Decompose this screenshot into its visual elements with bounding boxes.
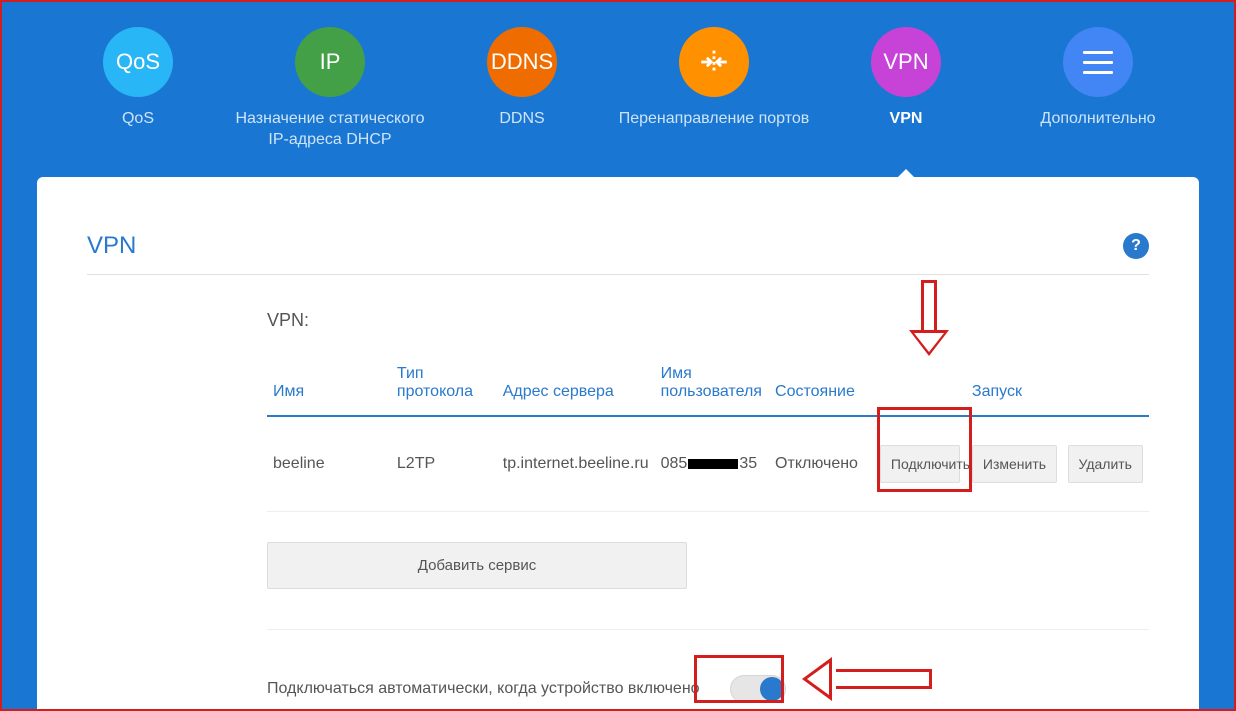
col-status: Состояние — [769, 351, 874, 416]
content-panel: VPN ? VPN: Имя Тип протокола Адрес серве… — [37, 177, 1199, 709]
tab-label: Перенаправление портов — [619, 109, 810, 149]
tab-label: VPN — [890, 109, 923, 149]
col-name: Имя — [267, 351, 391, 416]
auto-connect-row: Подключаться автоматически, когда устрой… — [267, 675, 1149, 703]
delete-button[interactable]: Удалить — [1068, 445, 1143, 483]
cell-server: tp.internet.beeline.ru — [497, 416, 655, 512]
redacted-text — [688, 459, 738, 469]
add-service-button[interactable]: Добавить сервис — [267, 542, 687, 589]
cell-name: beeline — [267, 416, 391, 512]
col-server: Адрес сервера — [497, 351, 655, 416]
tab-port-forwarding[interactable]: Перенаправление портов — [618, 27, 810, 149]
qos-icon: QoS — [103, 27, 173, 97]
top-tabs: QoS QoS IP Назначение статического IP-ад… — [2, 2, 1234, 151]
tab-ip[interactable]: IP Назначение статического IP-адреса DHC… — [234, 27, 426, 151]
tab-vpn[interactable]: VPN VPN — [810, 27, 1002, 149]
tab-ddns[interactable]: DDNS DDNS — [426, 27, 618, 149]
vpn-table: Имя Тип протокола Адрес сервера Имя поль… — [267, 351, 1149, 512]
ddns-icon: DDNS — [487, 27, 557, 97]
table-row: beeline L2TP tp.internet.beeline.ru 0853… — [267, 416, 1149, 512]
help-icon[interactable]: ? — [1123, 233, 1149, 259]
tab-label: Дополнительно — [1040, 109, 1155, 149]
page-title: VPN — [87, 232, 136, 260]
auto-connect-label: Подключаться автоматически, когда устрой… — [267, 680, 700, 698]
tab-label: QoS — [122, 109, 154, 149]
vpn-icon: VPN — [871, 27, 941, 97]
edit-button[interactable]: Изменить — [972, 445, 1057, 483]
tab-label: DDNS — [499, 109, 544, 149]
panel-header: VPN ? — [87, 232, 1149, 275]
port-forwarding-icon — [679, 27, 749, 97]
cell-status: Отключено — [769, 416, 874, 512]
menu-icon — [1063, 27, 1133, 97]
connect-button[interactable]: Подключить — [880, 445, 960, 483]
col-user: Имя пользователя — [655, 351, 769, 416]
tab-more[interactable]: Дополнительно — [1002, 27, 1194, 149]
cell-protocol: L2TP — [391, 416, 497, 512]
auto-connect-toggle[interactable] — [730, 675, 786, 703]
ip-icon: IP — [295, 27, 365, 97]
section-label: VPN: — [267, 310, 1149, 331]
tab-qos[interactable]: QoS QoS — [42, 27, 234, 149]
tab-label: Назначение статического IP-адреса DHCP — [234, 109, 426, 151]
col-launch: Запуск — [966, 351, 1149, 416]
cell-user: 08535 — [655, 416, 769, 512]
col-protocol: Тип протокола — [391, 351, 497, 416]
